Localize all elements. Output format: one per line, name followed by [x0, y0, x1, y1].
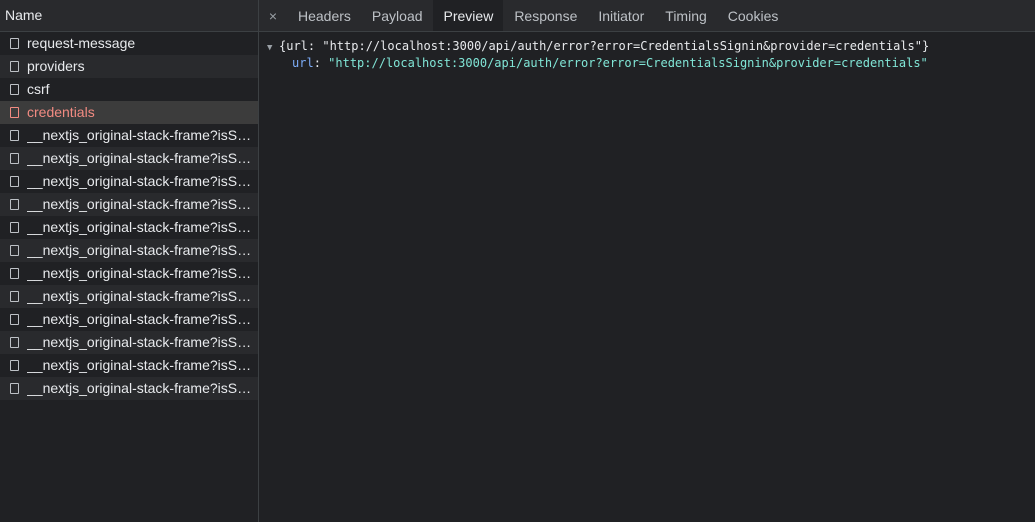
request-row[interactable]: csrf	[0, 78, 258, 101]
tab-initiator[interactable]: Initiator	[587, 0, 654, 31]
tab-payload[interactable]: Payload	[361, 0, 433, 31]
json-summary: {url: "http://localhost:3000/api/auth/er…	[279, 39, 930, 53]
request-row[interactable]: __nextjs_original-stack-frame?isServer=f…	[0, 193, 258, 216]
request-row[interactable]: __nextjs_original-stack-frame?isServer=f…	[0, 331, 258, 354]
expand-triangle-icon[interactable]: ▼	[267, 40, 279, 57]
close-icon[interactable]: ×	[259, 0, 287, 31]
tab-preview[interactable]: Preview	[432, 0, 504, 31]
request-name: __nextjs_original-stack-frame?isServer=f…	[27, 173, 258, 189]
tab-cookies[interactable]: Cookies	[717, 0, 789, 31]
request-name: __nextjs_original-stack-frame?isServer=f…	[27, 265, 258, 281]
request-row[interactable]: request-message	[0, 32, 258, 55]
file-icon	[10, 130, 19, 141]
file-icon	[10, 153, 19, 164]
request-name: __nextjs_original-stack-frame?isServer=f…	[27, 196, 258, 212]
request-row[interactable]: __nextjs_original-stack-frame?isServer=f…	[0, 216, 258, 239]
file-icon	[10, 268, 19, 279]
json-root-line[interactable]: ▼ {url: "http://localhost:3000/api/auth/e…	[267, 38, 1035, 55]
request-row[interactable]: credentials	[0, 101, 258, 124]
file-icon	[10, 360, 19, 371]
request-row[interactable]: __nextjs_original-stack-frame?isServer=f…	[0, 124, 258, 147]
file-icon	[10, 383, 19, 394]
details-tab-bar: × Headers Payload Preview Response Initiator…	[259, 0, 1035, 32]
request-row[interactable]: __nextjs_original-stack-frame?isServer=f…	[0, 354, 258, 377]
request-name: __nextjs_original-stack-frame?isServer=f…	[27, 150, 258, 166]
file-icon	[10, 314, 19, 325]
request-name: __nextjs_original-stack-frame?isServer=f…	[27, 334, 258, 350]
file-icon	[10, 38, 19, 49]
request-row[interactable]: __nextjs_original-stack-frame?isServer=f…	[0, 239, 258, 262]
file-icon	[10, 337, 19, 348]
preview-pane: ▼ {url: "http://localhost:3000/api/auth/e…	[259, 32, 1035, 72]
request-row[interactable]: __nextjs_original-stack-frame?isServer=f…	[0, 170, 258, 193]
file-icon	[10, 107, 19, 118]
json-property-line: url: "http://localhost:3000/api/auth/err…	[267, 55, 1035, 72]
request-row[interactable]: __nextjs_original-stack-frame?isServer=f…	[0, 147, 258, 170]
request-list-panel: Name request-message providers csrf credent…	[0, 0, 259, 522]
file-icon	[10, 199, 19, 210]
json-key: url	[292, 56, 314, 70]
name-column-header[interactable]: Name	[0, 0, 258, 32]
tab-response[interactable]: Response	[503, 0, 587, 31]
request-name: __nextjs_original-stack-frame?isServer=f…	[27, 357, 258, 373]
json-separator: :	[313, 56, 329, 70]
request-row[interactable]: __nextjs_original-stack-frame?isServer=f…	[0, 285, 258, 308]
request-name: providers	[27, 58, 85, 74]
request-name: __nextjs_original-stack-frame?isServer=f…	[27, 288, 258, 304]
request-row[interactable]: __nextjs_original-stack-frame?isServer=f…	[0, 377, 258, 400]
request-name: __nextjs_original-stack-frame?isServer=f…	[27, 127, 258, 143]
tab-list: Headers Payload Preview Response Initiator Ti…	[287, 0, 788, 31]
request-name: __nextjs_original-stack-frame?isServer=f…	[27, 311, 258, 327]
request-name: credentials	[27, 104, 95, 120]
file-icon	[10, 176, 19, 187]
request-name: request-message	[27, 35, 136, 51]
request-name: csrf	[27, 81, 50, 97]
file-icon	[10, 222, 19, 233]
request-list: request-message providers csrf credentials _…	[0, 32, 258, 400]
request-row[interactable]: providers	[0, 55, 258, 78]
request-name: __nextjs_original-stack-frame?isServer=f…	[27, 219, 258, 235]
tab-timing[interactable]: Timing	[654, 0, 717, 31]
file-icon	[10, 291, 19, 302]
request-name: __nextjs_original-stack-frame?isServer=f…	[27, 380, 258, 396]
file-icon	[10, 61, 19, 72]
request-row[interactable]: __nextjs_original-stack-frame?isServer=f…	[0, 308, 258, 331]
details-panel: × Headers Payload Preview Response Initiator…	[259, 0, 1035, 522]
request-row[interactable]: __nextjs_original-stack-frame?isServer=f…	[0, 262, 258, 285]
request-name: __nextjs_original-stack-frame?isServer=f…	[27, 242, 258, 258]
file-icon	[10, 245, 19, 256]
file-icon	[10, 84, 19, 95]
tab-headers[interactable]: Headers	[287, 0, 361, 31]
json-string-value: "http://localhost:3000/api/auth/error?er…	[328, 56, 928, 70]
